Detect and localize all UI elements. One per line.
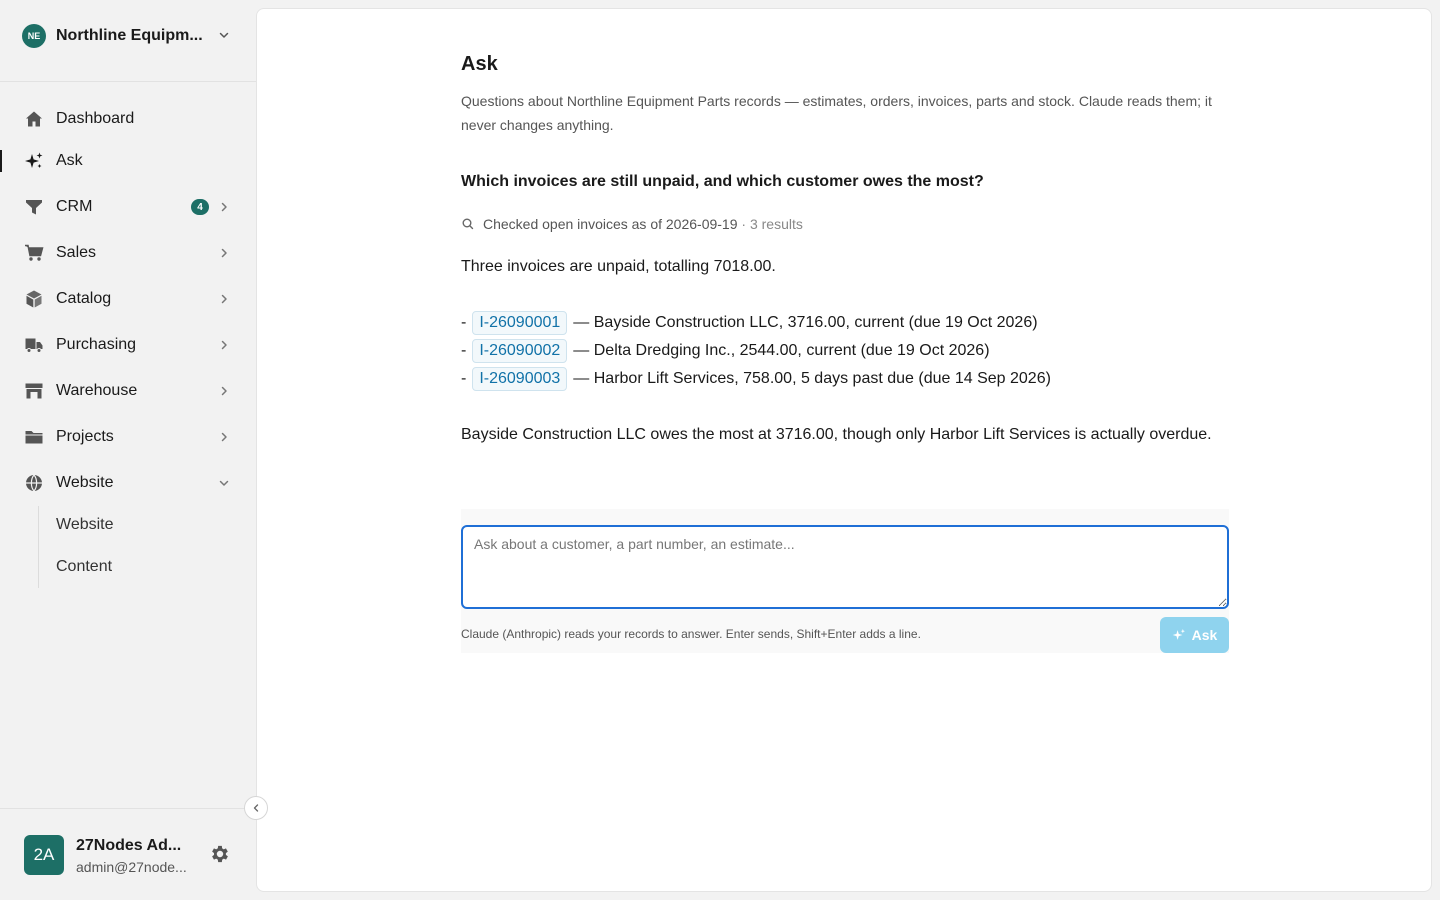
tool-call-count: 3 results [749, 216, 803, 232]
sidebar-item-label: Purchasing [56, 336, 137, 353]
bullet: - [461, 370, 467, 387]
invoice-detail: — Delta Dredging Inc., 2544.00, current … [573, 342, 990, 359]
invoice-detail: — Harbor Lift Services, 758.00, 5 days p… [573, 370, 1051, 387]
sidebar-item-crm[interactable]: CRM 4 [0, 187, 256, 227]
search-icon [462, 218, 474, 230]
sidebar-item-ask[interactable]: Ask [0, 141, 256, 181]
chevron-right-icon [221, 202, 227, 212]
sidebar-item-catalog[interactable]: Catalog [0, 279, 256, 319]
user-email: admin@27node... [76, 859, 187, 875]
sparkles-icon [1172, 629, 1185, 640]
box-icon [24, 289, 44, 309]
sparkles-icon [24, 151, 44, 171]
chevron-right-icon [221, 432, 227, 442]
sidebar-item-label: Sales [56, 244, 97, 261]
avatar: 2A [24, 835, 64, 875]
crm-count-badge: 4 [191, 199, 209, 215]
invoice-link[interactable]: I-26090001 [472, 311, 568, 335]
sidebar-item-website[interactable]: Website [0, 463, 256, 503]
assistant-answer: Three invoices are unpaid, totalling 701… [461, 253, 1241, 449]
funnel-icon [24, 197, 44, 217]
gear-icon[interactable] [209, 843, 231, 865]
ask-input[interactable] [461, 525, 1229, 609]
chevron-right-icon [221, 294, 227, 304]
sidebar-item-warehouse[interactable]: Warehouse [0, 371, 256, 411]
warehouse-icon [24, 381, 44, 401]
sidebar-item-dashboard[interactable]: Dashboard [0, 99, 256, 139]
sidebar: NE Northline Equipm... Dashboard Ask CRM… [0, 0, 256, 900]
invoice-list-item: - I-26090002 — Delta Dredging Inc., 2544… [461, 337, 1241, 365]
main-panel: Ask Questions about Northline Equipment … [256, 8, 1432, 892]
globe-icon [24, 473, 44, 493]
collapse-sidebar-button[interactable] [244, 796, 268, 820]
answer-intro: Three invoices are unpaid, totalling 701… [461, 258, 776, 275]
subnav-divider [38, 506, 39, 588]
user-question: Which invoices are still unpaid, and whi… [461, 173, 984, 190]
tool-call-text: Checked open invoices as of 2026-09-19 [483, 216, 738, 232]
cart-icon [24, 243, 44, 263]
sidebar-item-label: Ask [56, 152, 83, 169]
sidebar-item-projects[interactable]: Projects [0, 417, 256, 457]
chevron-left-icon [253, 804, 259, 812]
bullet: - [461, 314, 467, 331]
sidebar-item-label: Warehouse [56, 382, 138, 399]
ask-composer: Claude (Anthropic) reads your records to… [461, 509, 1229, 653]
user-name: 27Nodes Ad... [76, 837, 182, 854]
sidebar-item-label: Dashboard [56, 110, 135, 127]
sidebar-item-sales[interactable]: Sales [0, 233, 256, 273]
sidebar-item-label: Projects [56, 428, 114, 445]
sidebar-subitem-website[interactable]: Website [56, 516, 114, 534]
sidebar-item-label: Catalog [56, 290, 112, 307]
page-title: Ask [461, 53, 498, 75]
chevron-right-icon [221, 386, 227, 396]
answer-summary: Bayside Construction LLC owes the most a… [461, 426, 1212, 443]
chevron-right-icon [221, 340, 227, 350]
sidebar-item-label: CRM [56, 198, 93, 215]
bullet: - [461, 342, 467, 359]
sidebar-item-purchasing[interactable]: Purchasing [0, 325, 256, 365]
invoice-link[interactable]: I-26090003 [472, 367, 568, 391]
composer-hint: Claude (Anthropic) reads your records to… [461, 627, 921, 641]
chevron-right-icon [221, 248, 227, 258]
invoice-link[interactable]: I-26090002 [472, 339, 568, 363]
ask-button[interactable]: Ask [1160, 617, 1229, 653]
chevron-down-icon [219, 32, 229, 38]
chevron-down-icon [219, 480, 229, 486]
tool-call-summary: Checked open invoices as of 2026-09-19 ·… [461, 216, 803, 232]
home-icon [24, 109, 44, 129]
folder-icon [24, 427, 44, 447]
invoice-list-item: - I-26090003 — Harbor Lift Services, 758… [461, 365, 1241, 393]
org-avatar: NE [22, 23, 46, 48]
org-name: Northline Equipm... [56, 26, 202, 44]
sidebar-subitem-content[interactable]: Content [56, 558, 112, 576]
sidebar-item-label: Website [56, 474, 114, 491]
invoice-list-item: - I-26090001 — Bayside Construction LLC,… [461, 309, 1241, 337]
org-switcher[interactable]: NE Northline Equipm... [0, 0, 256, 82]
truck-icon [24, 335, 44, 355]
page-description: Questions about Northline Equipment Part… [461, 93, 1212, 133]
invoice-detail: — Bayside Construction LLC, 3716.00, cur… [573, 314, 1038, 331]
tool-call-separator: · [737, 216, 750, 232]
ask-button-label: Ask [1191, 627, 1218, 643]
